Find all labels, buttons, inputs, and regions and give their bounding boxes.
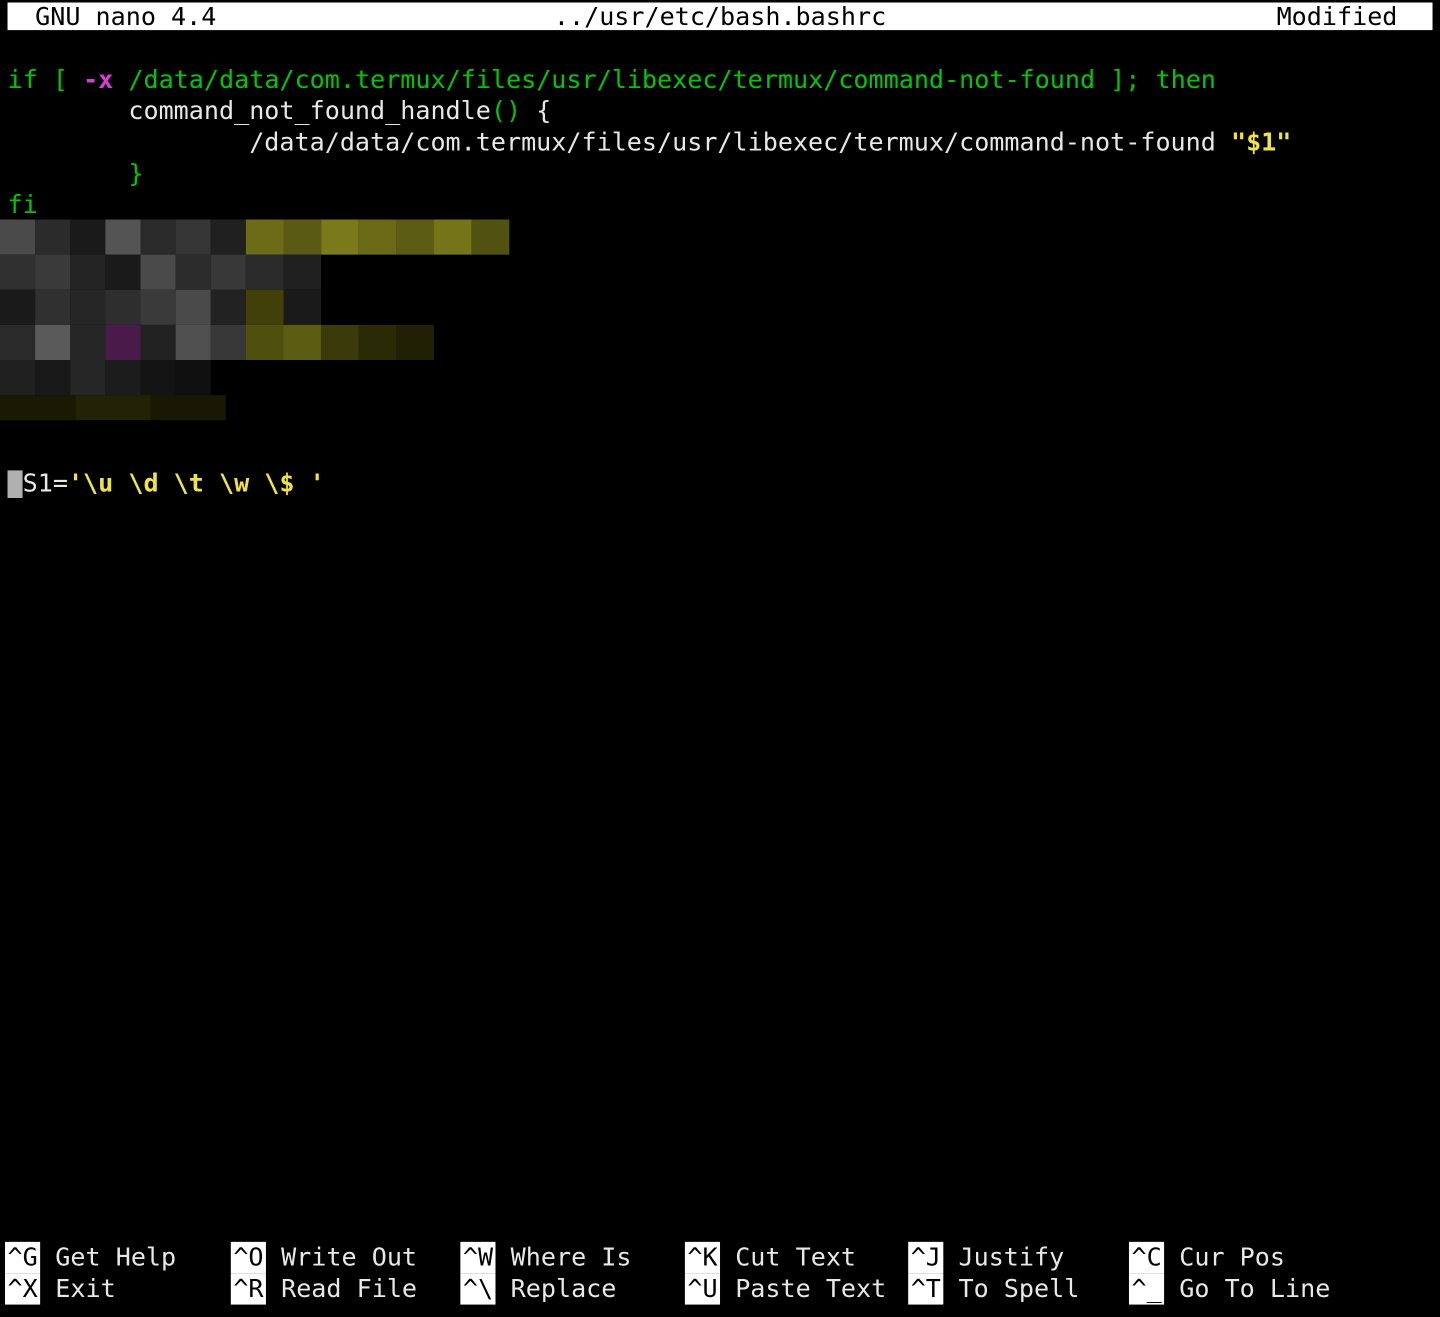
- shortcut-cur-pos[interactable]: ^CCur Pos: [1129, 1242, 1285, 1273]
- key-icon: ^O: [231, 1242, 266, 1273]
- key-icon: ^_: [1129, 1273, 1164, 1304]
- arg-var: "$1": [1231, 127, 1291, 157]
- key-icon: ^U: [685, 1273, 720, 1304]
- key-icon: ^T: [908, 1273, 943, 1304]
- key-icon: ^G: [5, 1242, 40, 1273]
- shortcut-read-file[interactable]: ^RRead File: [231, 1273, 417, 1304]
- brace-close: }: [128, 158, 143, 188]
- ps1-eq: =: [53, 468, 68, 498]
- kw-then: then: [1155, 64, 1215, 94]
- brace-open: {: [521, 95, 551, 125]
- key-icon: ^C: [1129, 1242, 1164, 1273]
- key-icon: ^J: [908, 1242, 943, 1273]
- text-cursor: [8, 470, 23, 498]
- fn-name: command_not_found_handle: [128, 95, 491, 125]
- key-icon: ^R: [231, 1273, 266, 1304]
- shortcut-write-out[interactable]: ^OWrite Out: [231, 1242, 417, 1273]
- kw-fi: fi: [8, 189, 38, 219]
- bracket-close: ];: [1110, 64, 1155, 94]
- nano-modified: Modified: [1277, 3, 1398, 31]
- key-icon: ^K: [685, 1242, 720, 1273]
- test-flag: -x: [83, 64, 113, 94]
- shortcut-go-to-line[interactable]: ^_Go To Line: [1129, 1273, 1330, 1304]
- cmd-path: /data/data/com.termux/files/usr/libexec/…: [249, 127, 1231, 157]
- shortcut-to-spell[interactable]: ^TTo Spell: [908, 1273, 1079, 1304]
- ps1-line[interactable]: PS1='\u \d \t \w \$ ': [8, 437, 325, 531]
- shortcut-justify[interactable]: ^JJustify: [908, 1242, 1064, 1273]
- bracket-open: [: [38, 64, 83, 94]
- test-path: /data/data/com.termux/files/usr/libexec/…: [113, 64, 1110, 94]
- key-icon: ^W: [460, 1242, 495, 1273]
- indent: [8, 127, 250, 157]
- shortcut-replace[interactable]: ^\Replace: [460, 1273, 616, 1304]
- nano-titlebar: GNU nano 4.4 ../usr/etc/bash.bashrc Modi…: [8, 3, 1433, 31]
- indent: [8, 158, 129, 188]
- indent: [8, 95, 129, 125]
- fn-parens: (): [491, 95, 521, 125]
- kw-if: if: [8, 64, 38, 94]
- shortcut-where-is[interactable]: ^WWhere Is: [460, 1242, 631, 1273]
- shortcut-exit[interactable]: ^XExit: [5, 1273, 116, 1304]
- key-icon: ^\: [460, 1273, 495, 1304]
- key-icon: ^X: [5, 1273, 40, 1304]
- shortcut-paste-text[interactable]: ^UPaste Text: [685, 1273, 886, 1304]
- shortcut-cut-text[interactable]: ^KCut Text: [685, 1242, 856, 1273]
- shortcut-get-help[interactable]: ^GGet Help: [5, 1242, 176, 1273]
- terminal-window: GNU nano 4.4 ../usr/etc/bash.bashrc Modi…: [0, 0, 1440, 1317]
- nano-filename: ../usr/etc/bash.bashrc: [8, 3, 1433, 31]
- ps1-value: '\u \d \t \w \$ ': [68, 468, 325, 498]
